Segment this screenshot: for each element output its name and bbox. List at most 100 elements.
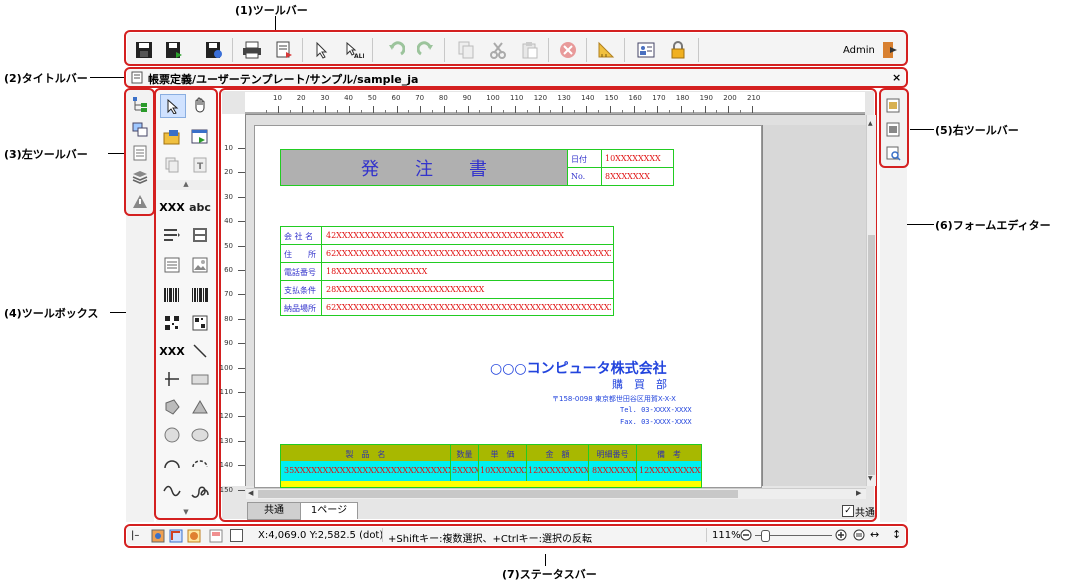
barcode-icon[interactable] bbox=[160, 284, 184, 306]
print-settings-icon[interactable] bbox=[272, 38, 296, 62]
cell-detail-no: 8XXXXXXX bbox=[592, 466, 636, 475]
arc-icon[interactable] bbox=[160, 452, 184, 474]
lock-icon[interactable] bbox=[666, 38, 690, 62]
select-all-icon[interactable]: ALL bbox=[342, 38, 366, 62]
status-checkbox[interactable] bbox=[230, 529, 243, 542]
rectangle-icon[interactable] bbox=[188, 368, 212, 390]
text-page-icon[interactable]: T bbox=[188, 154, 212, 176]
close-icon[interactable]: × bbox=[892, 71, 901, 84]
warning-icon[interactable] bbox=[129, 191, 151, 213]
zoom-out-icon[interactable] bbox=[740, 529, 752, 544]
undo-icon[interactable] bbox=[384, 38, 408, 62]
tab-common[interactable]: 共通 bbox=[247, 502, 301, 520]
ruler-tick-label: 20 bbox=[224, 168, 233, 177]
stack-icon[interactable] bbox=[129, 166, 151, 188]
header-product: 製 品 名 bbox=[345, 450, 386, 459]
cut-icon[interactable] bbox=[486, 38, 510, 62]
text-tool-icon[interactable]: XXX bbox=[159, 196, 184, 218]
common-checkbox[interactable]: ✓ bbox=[842, 505, 854, 517]
ruler-tick-label: 70 bbox=[415, 94, 425, 102]
tab-page1[interactable]: 1ページ bbox=[300, 502, 358, 519]
snap-icon[interactable] bbox=[151, 529, 165, 546]
freehand-icon[interactable] bbox=[188, 480, 212, 502]
delete-icon[interactable] bbox=[556, 38, 580, 62]
qrcode-icon[interactable] bbox=[160, 312, 184, 334]
header-amount: 金 額 bbox=[545, 450, 570, 459]
scroll-down-button: ▼ bbox=[868, 475, 873, 482]
zoom-slider-thumb[interactable] bbox=[761, 530, 770, 542]
properties-icon[interactable] bbox=[634, 38, 658, 62]
callout-toolbar: (1)ツールバー bbox=[235, 4, 308, 17]
corner-icon[interactable] bbox=[169, 529, 183, 546]
company-fax[interactable]: Fax. 03-XXXX-XXXX bbox=[620, 418, 692, 426]
align-left-icon[interactable]: |– bbox=[131, 530, 139, 541]
fit-height-icon[interactable]: ↕ bbox=[892, 528, 901, 541]
cell-price: 10XXXXXXXX bbox=[480, 466, 526, 475]
layers-copy-icon[interactable] bbox=[129, 118, 151, 140]
grid-icon[interactable] bbox=[594, 38, 618, 62]
ruler-tick-label: 150 bbox=[604, 94, 619, 102]
import-icon[interactable] bbox=[188, 126, 212, 148]
list-field-icon[interactable] bbox=[160, 254, 184, 276]
barcode2-icon[interactable] bbox=[188, 284, 212, 306]
line-icon[interactable] bbox=[188, 340, 212, 362]
callout-toolbox: (4)ツールボックス bbox=[4, 307, 99, 320]
layout-icon[interactable] bbox=[209, 529, 223, 546]
curve-icon[interactable] bbox=[160, 480, 184, 502]
hand-tool-icon[interactable] bbox=[188, 94, 212, 116]
ruler-tick-label: 170 bbox=[652, 94, 666, 102]
palette-icon[interactable] bbox=[187, 529, 201, 546]
scroll-down-arrow[interactable]: ▼ bbox=[156, 508, 216, 518]
image-icon[interactable] bbox=[188, 254, 212, 276]
page-search-icon[interactable] bbox=[882, 142, 904, 164]
abc-tool-icon[interactable]: abc bbox=[188, 196, 212, 218]
product-table[interactable]: 製 品 名 数量 単 価 金 額 明細番号 備 考 35XXXXXXXXXXXX… bbox=[280, 444, 702, 488]
datamatrix-icon[interactable] bbox=[188, 312, 212, 334]
company-tel[interactable]: Tel. 03-XXXX-XXXX bbox=[620, 406, 692, 414]
fit-page-icon[interactable] bbox=[853, 529, 865, 544]
print-icon[interactable] bbox=[240, 38, 264, 62]
triangle-icon[interactable] bbox=[188, 396, 212, 418]
tree-icon[interactable] bbox=[129, 93, 151, 115]
multiline-icon[interactable] bbox=[160, 224, 184, 246]
row-label-phone: 電話番号 bbox=[284, 268, 316, 277]
save-as-icon[interactable] bbox=[162, 38, 186, 62]
save-icon[interactable] bbox=[132, 38, 156, 62]
field-box-icon[interactable] bbox=[188, 224, 212, 246]
logout-icon[interactable] bbox=[878, 38, 902, 62]
redo-icon[interactable] bbox=[414, 38, 438, 62]
info-table[interactable]: 会 社 名 42XXXXXXXXXXXXXXXXXXXXXXXXXXXXXXXX… bbox=[280, 226, 614, 316]
row-value-delivery: 62XXXXXXXXXXXXXXXXXXXXXXXXXXXXXXXXXXXXXX… bbox=[326, 303, 611, 312]
cross-line-icon[interactable] bbox=[160, 368, 184, 390]
polygon-icon[interactable] bbox=[160, 396, 184, 418]
fit-width-icon[interactable]: ↔ bbox=[870, 528, 879, 541]
pointer-tool-icon[interactable] bbox=[160, 94, 186, 118]
ruler-tick-label: 190 bbox=[699, 94, 713, 102]
scroll-up-arrow[interactable]: ▲ bbox=[156, 180, 216, 190]
page-preview-icon[interactable] bbox=[882, 118, 904, 140]
ruler-tick-label: 130 bbox=[557, 94, 571, 102]
ruler-tick-label: 40 bbox=[224, 217, 233, 226]
company-name[interactable]: ○○○コンピュータ株式会社 bbox=[490, 358, 667, 378]
department[interactable]: 購 買 部 bbox=[612, 376, 667, 392]
scroll-up-button: ▲ bbox=[868, 120, 873, 127]
zoom-in-icon[interactable] bbox=[835, 529, 847, 544]
ruler-tick-label: 130 bbox=[219, 436, 233, 445]
select-icon[interactable] bbox=[310, 38, 334, 62]
paste-icon[interactable] bbox=[518, 38, 542, 62]
horizontal-scrollbar[interactable]: ◀ ▶ bbox=[246, 488, 866, 499]
ellipse-icon[interactable] bbox=[188, 424, 212, 446]
company-address[interactable]: 〒158-0098 東京都世田谷区用賀X-X-X bbox=[552, 394, 676, 404]
multi-text-icon[interactable]: XXX bbox=[159, 340, 184, 362]
circle-icon[interactable] bbox=[160, 424, 184, 446]
save-history-icon[interactable] bbox=[202, 38, 226, 62]
dashed-arc-icon[interactable] bbox=[188, 452, 212, 474]
open-folder-icon[interactable] bbox=[160, 126, 184, 148]
copy-page-icon[interactable] bbox=[160, 154, 184, 176]
page-properties-icon[interactable] bbox=[882, 94, 904, 116]
copy-icon[interactable] bbox=[454, 38, 478, 62]
list-icon[interactable] bbox=[129, 142, 151, 164]
ruler-tick-label: 90 bbox=[224, 339, 233, 348]
vertical-scrollbar[interactable]: ▲ ▼ bbox=[866, 115, 876, 486]
title-block[interactable]: 発 注 書 日付 10XXXXXXXX No. 8XXXXXXX bbox=[280, 149, 674, 186]
